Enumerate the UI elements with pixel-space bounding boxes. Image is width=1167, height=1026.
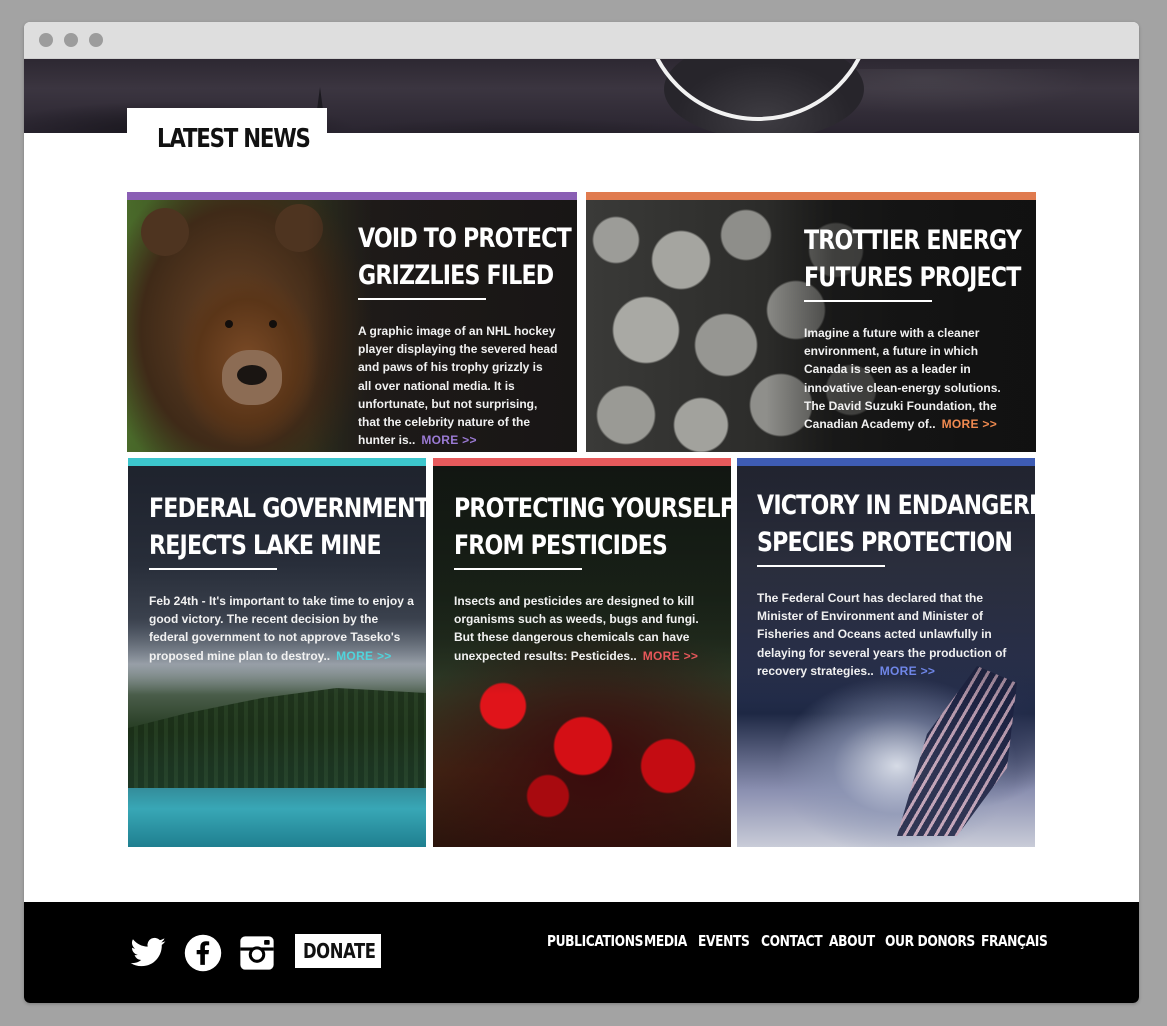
title-underline <box>804 300 932 302</box>
browser-chrome <box>24 22 1139 59</box>
news-card-lake-mine[interactable]: FEDERAL GOVERNMENT REJECTS LAKE MINE Feb … <box>128 458 426 847</box>
more-link[interactable]: MORE >> <box>942 417 997 431</box>
news-card-trottier[interactable]: TROTTIER ENERGY FUTURES PROJECT Imagine a… <box>586 192 1036 452</box>
news-card-grizzlies[interactable]: VOID TO PROTECT GRIZZLIES FILED A graphic… <box>127 192 577 452</box>
card-title[interactable]: VOID TO PROTECT GRIZZLIES FILED <box>358 220 572 294</box>
more-link[interactable]: MORE >> <box>336 649 391 663</box>
card-excerpt: Feb 24th - It's important to take time t… <box>149 594 414 663</box>
card-accent-bar <box>127 192 577 200</box>
window-close-dot[interactable] <box>39 33 53 47</box>
title-underline <box>358 298 486 300</box>
card-title[interactable]: FEDERAL GOVERNMENT REJECTS LAKE MINE <box>149 490 426 564</box>
footer-link-events[interactable]: EVENTS <box>698 932 750 950</box>
card-accent-bar <box>586 192 1036 200</box>
footer-link-media[interactable]: MEDIA <box>644 932 687 950</box>
window-maximize-dot[interactable] <box>89 33 103 47</box>
card-excerpt: Imagine a future with a cleaner environm… <box>804 326 1001 432</box>
card-title[interactable]: PROTECTING YOURSELF FROM PESTICIDES <box>454 490 731 564</box>
card-excerpt: Insects and pesticides are designed to k… <box>454 594 699 663</box>
section-title: LATEST NEWS <box>157 124 311 154</box>
footer-link-publications[interactable]: PUBLICATIONS <box>547 932 643 950</box>
more-link[interactable]: MORE >> <box>880 664 935 678</box>
more-link[interactable]: MORE >> <box>421 433 476 447</box>
window-minimize-dot[interactable] <box>64 33 78 47</box>
browser-window: LATEST NEWS VOID TO PROTECT GRIZZLIES FIL… <box>24 22 1139 1003</box>
title-underline <box>757 565 885 567</box>
footer-link-our-donors[interactable]: OUR DONORS <box>885 932 975 950</box>
more-link[interactable]: MORE >> <box>643 649 698 663</box>
card-excerpt: The Federal Court has declared that the … <box>757 591 1007 678</box>
card-title[interactable]: TROTTIER ENERGY FUTURES PROJECT <box>804 222 1022 296</box>
card-excerpt: A graphic image of an NHL hockey player … <box>358 324 558 448</box>
title-underline <box>149 568 277 570</box>
title-underline <box>454 568 582 570</box>
footer-link-francais[interactable]: FRANÇAIS <box>981 932 1048 950</box>
card-accent-bar <box>433 458 731 466</box>
news-card-endangered-species[interactable]: VICTORY IN ENDANGERED SPECIES PROTECTION … <box>737 458 1035 847</box>
footer-link-about[interactable]: ABOUT <box>829 932 875 950</box>
footer-nav: PUBLICATIONS MEDIA EVENTS CONTACT ABOUT … <box>24 932 1139 952</box>
footer-link-contact[interactable]: CONTACT <box>761 932 823 950</box>
site-footer: DONATE PUBLICATIONS MEDIA EVENTS CONTACT… <box>24 902 1139 1003</box>
card-title[interactable]: VICTORY IN ENDANGERED SPECIES PROTECTION <box>757 487 1035 561</box>
card-accent-bar <box>737 458 1035 466</box>
news-card-pesticides[interactable]: PROTECTING YOURSELF FROM PESTICIDES Insec… <box>433 458 731 847</box>
card-accent-bar <box>128 458 426 466</box>
